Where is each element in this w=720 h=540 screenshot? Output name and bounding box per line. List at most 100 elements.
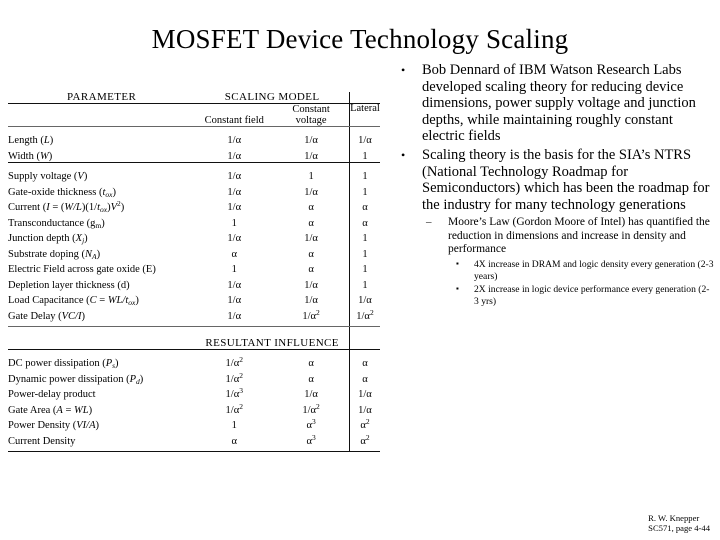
cell-lateral: α2 (348, 431, 380, 448)
cell-parameter: Length (L) (8, 135, 54, 147)
bullet-text: 4X increase in DRAM and logic density ev… (474, 259, 714, 282)
cell-lateral: α2 (348, 416, 380, 432)
cell-lateral: 1/α (348, 385, 380, 401)
cell-lateral: α (348, 198, 380, 214)
bullet-list: • Bob Dennard of IBM Watson Research Labs… (392, 62, 714, 307)
table-row: Power Density (VI/A) 1 α3 α2 (8, 416, 380, 432)
table-row: Substrate doping (NA) α α 1 (8, 244, 380, 261)
cell-parameter: Current Density (8, 435, 76, 447)
table-subheader-row: Constant field Constant voltage Lateral (8, 103, 380, 127)
cell-lateral: 1 (348, 260, 380, 276)
slide: MOSFET Device Technology Scaling PARAMET… (0, 0, 720, 540)
cell-parameter: Power-delay product (8, 389, 96, 401)
cell-constant-field: 1/α (227, 295, 242, 307)
cell-parameter: Supply voltage (V) (8, 171, 88, 183)
cell-parameter: Substrate doping (NA) (8, 248, 101, 261)
cell-constant-voltage: 1/α (304, 279, 318, 291)
table-row: Transconductance (gm) 1 α α (8, 213, 380, 230)
cell-parameter: Dynamic power dissipation (Pd) (8, 373, 144, 386)
bullet-text: Moore’s Law (Gordon Moore of Intel) has … (448, 216, 710, 256)
cell-constant-field: 1/α (227, 279, 242, 291)
cell-lateral: 1 (348, 275, 380, 292)
cell-parameter: Transconductance (gm) (8, 217, 105, 230)
table-header-row: PARAMETER SCALING MODEL (8, 91, 380, 104)
cell-constant-voltage: 1/α (304, 389, 318, 401)
table-row: Power-delay product 1/α3 1/α 1/α (8, 385, 380, 401)
cell-lateral: 1/α (348, 400, 380, 417)
bullet-marker-icon: • (401, 147, 406, 162)
cell-parameter: Current (I = (W/L)(1/tox)V2) (8, 199, 125, 215)
cell-constant-field: 1/α (227, 150, 242, 162)
table-row: Depletion layer thickness (d) 1/α 1/α 1 (8, 275, 380, 292)
table-row: Length (L) 1/α 1/α 1/α (8, 131, 380, 147)
bullet-level1-item: • Scaling theory is the basis for the SIA… (392, 147, 714, 213)
cell-constant-voltage: 1/α (304, 295, 318, 307)
cell-constant-voltage: 1/α (304, 135, 318, 147)
rule-table-bottom (8, 451, 380, 452)
table-row: Load Capacitance (C = WL/tox) 1/α 1/α 1/α (8, 291, 380, 307)
cell-constant-field: 1/α (227, 135, 242, 147)
bullet-marker-icon: – (426, 216, 432, 229)
bullet-marker-icon: ▪ (456, 284, 459, 294)
cell-constant-voltage: α (308, 358, 314, 370)
cell-constant-voltage: 1/α2 (302, 401, 320, 416)
table-row: Gate-oxide thickness (tox) 1/α 1/α 1 (8, 182, 380, 199)
table-row: Current Density α α3 α2 (8, 431, 380, 448)
cell-lateral: 1 (348, 167, 380, 183)
table-row: Gate Area (A = WL) 1/α2 1/α2 1/α (8, 400, 380, 417)
cell-constant-voltage: α3 (306, 432, 316, 447)
section-blank (8, 327, 195, 350)
subheader-lateral: Lateral (348, 103, 380, 127)
cell-parameter: Load Capacitance (C = WL/tox) (8, 295, 139, 308)
header-scaling-model: SCALING MODEL (224, 91, 320, 103)
table-section-header: RESULTANT INFLUENCE (8, 326, 380, 350)
cell-constant-voltage: 1/α2 (302, 307, 320, 322)
cell-lateral: 1 (348, 182, 380, 199)
header-parameter: PARAMETER (67, 91, 137, 103)
cell-parameter: Depletion layer thickness (d) (8, 279, 130, 291)
cell-lateral: 1 (348, 244, 380, 261)
cell-constant-voltage: 1/α (304, 150, 318, 162)
table-row: Gate Delay (VC/I) 1/α 1/α2 1/α2 (8, 306, 380, 323)
footer-attribution: R. W. Knepper SC571, page 4-44 (648, 513, 710, 534)
cell-constant-voltage: 1/α (304, 233, 318, 245)
cell-constant-field: 1/α2 (225, 401, 243, 416)
cell-lateral: α (348, 354, 380, 370)
table-row: Electric Field across gate oxide (E) 1 α 1 (8, 260, 380, 276)
bullet-level1-item: • Bob Dennard of IBM Watson Research Labs… (392, 62, 714, 145)
bullet-level3-item: ▪ 2X increase in logic device performance… (392, 284, 714, 307)
cell-constant-field: 1 (231, 217, 237, 229)
cell-parameter: Power Density (VI/A) (8, 420, 99, 432)
cell-parameter: Electric Field across gate oxide (E) (8, 264, 156, 276)
cell-parameter: Width (W) (8, 150, 53, 162)
table-row: Dynamic power dissipation (Pd) 1/α2 α α (8, 369, 380, 386)
cell-parameter: Gate-oxide thickness (tox) (8, 186, 116, 199)
cell-constant-field: 1/α2 (225, 355, 243, 370)
footer-reference: SC571, page 4-44 (648, 523, 710, 534)
cell-constant-field: α (231, 248, 238, 260)
section-label: RESULTANT INFLUENCE (205, 337, 339, 350)
cell-constant-field: 1/α (227, 171, 242, 183)
subheader-constant-voltage: Constant voltage (273, 104, 349, 127)
bullet-level3-item: ▪ 4X increase in DRAM and logic density e… (392, 259, 714, 282)
subheader-constant-field: Constant field (204, 114, 264, 126)
cell-constant-field: 1 (231, 420, 237, 432)
cell-constant-voltage: α3 (306, 417, 316, 432)
scaling-table-container: PARAMETER SCALING MODEL Constant field C… (8, 91, 380, 530)
table-row: DC power dissipation (Ps) 1/α2 α α (8, 354, 380, 370)
section-lateral-spacer (348, 326, 380, 350)
cell-constant-field: 1/α (227, 310, 242, 322)
cell-constant-field: 1/α (227, 186, 242, 198)
header-lateral-spacer (348, 92, 380, 104)
table-row: Width (W) 1/α 1/α 1 (8, 146, 380, 163)
scaling-table: PARAMETER SCALING MODEL Constant field C… (8, 91, 380, 452)
subheader-blank (8, 104, 195, 127)
cell-constant-voltage: α (308, 373, 314, 385)
cell-lateral: 1/α (348, 291, 380, 307)
cell-lateral: α (348, 369, 380, 386)
bullet-marker-icon: ▪ (456, 259, 459, 269)
cell-constant-field: 1/α2 (225, 370, 243, 385)
table-row: Current (I = (W/L)(1/tox)V2) 1/α α α (8, 198, 380, 214)
bullet-marker-icon: • (401, 63, 406, 77)
bullet-level2-item: – Moore’s Law (Gordon Moore of Intel) has… (392, 216, 714, 257)
